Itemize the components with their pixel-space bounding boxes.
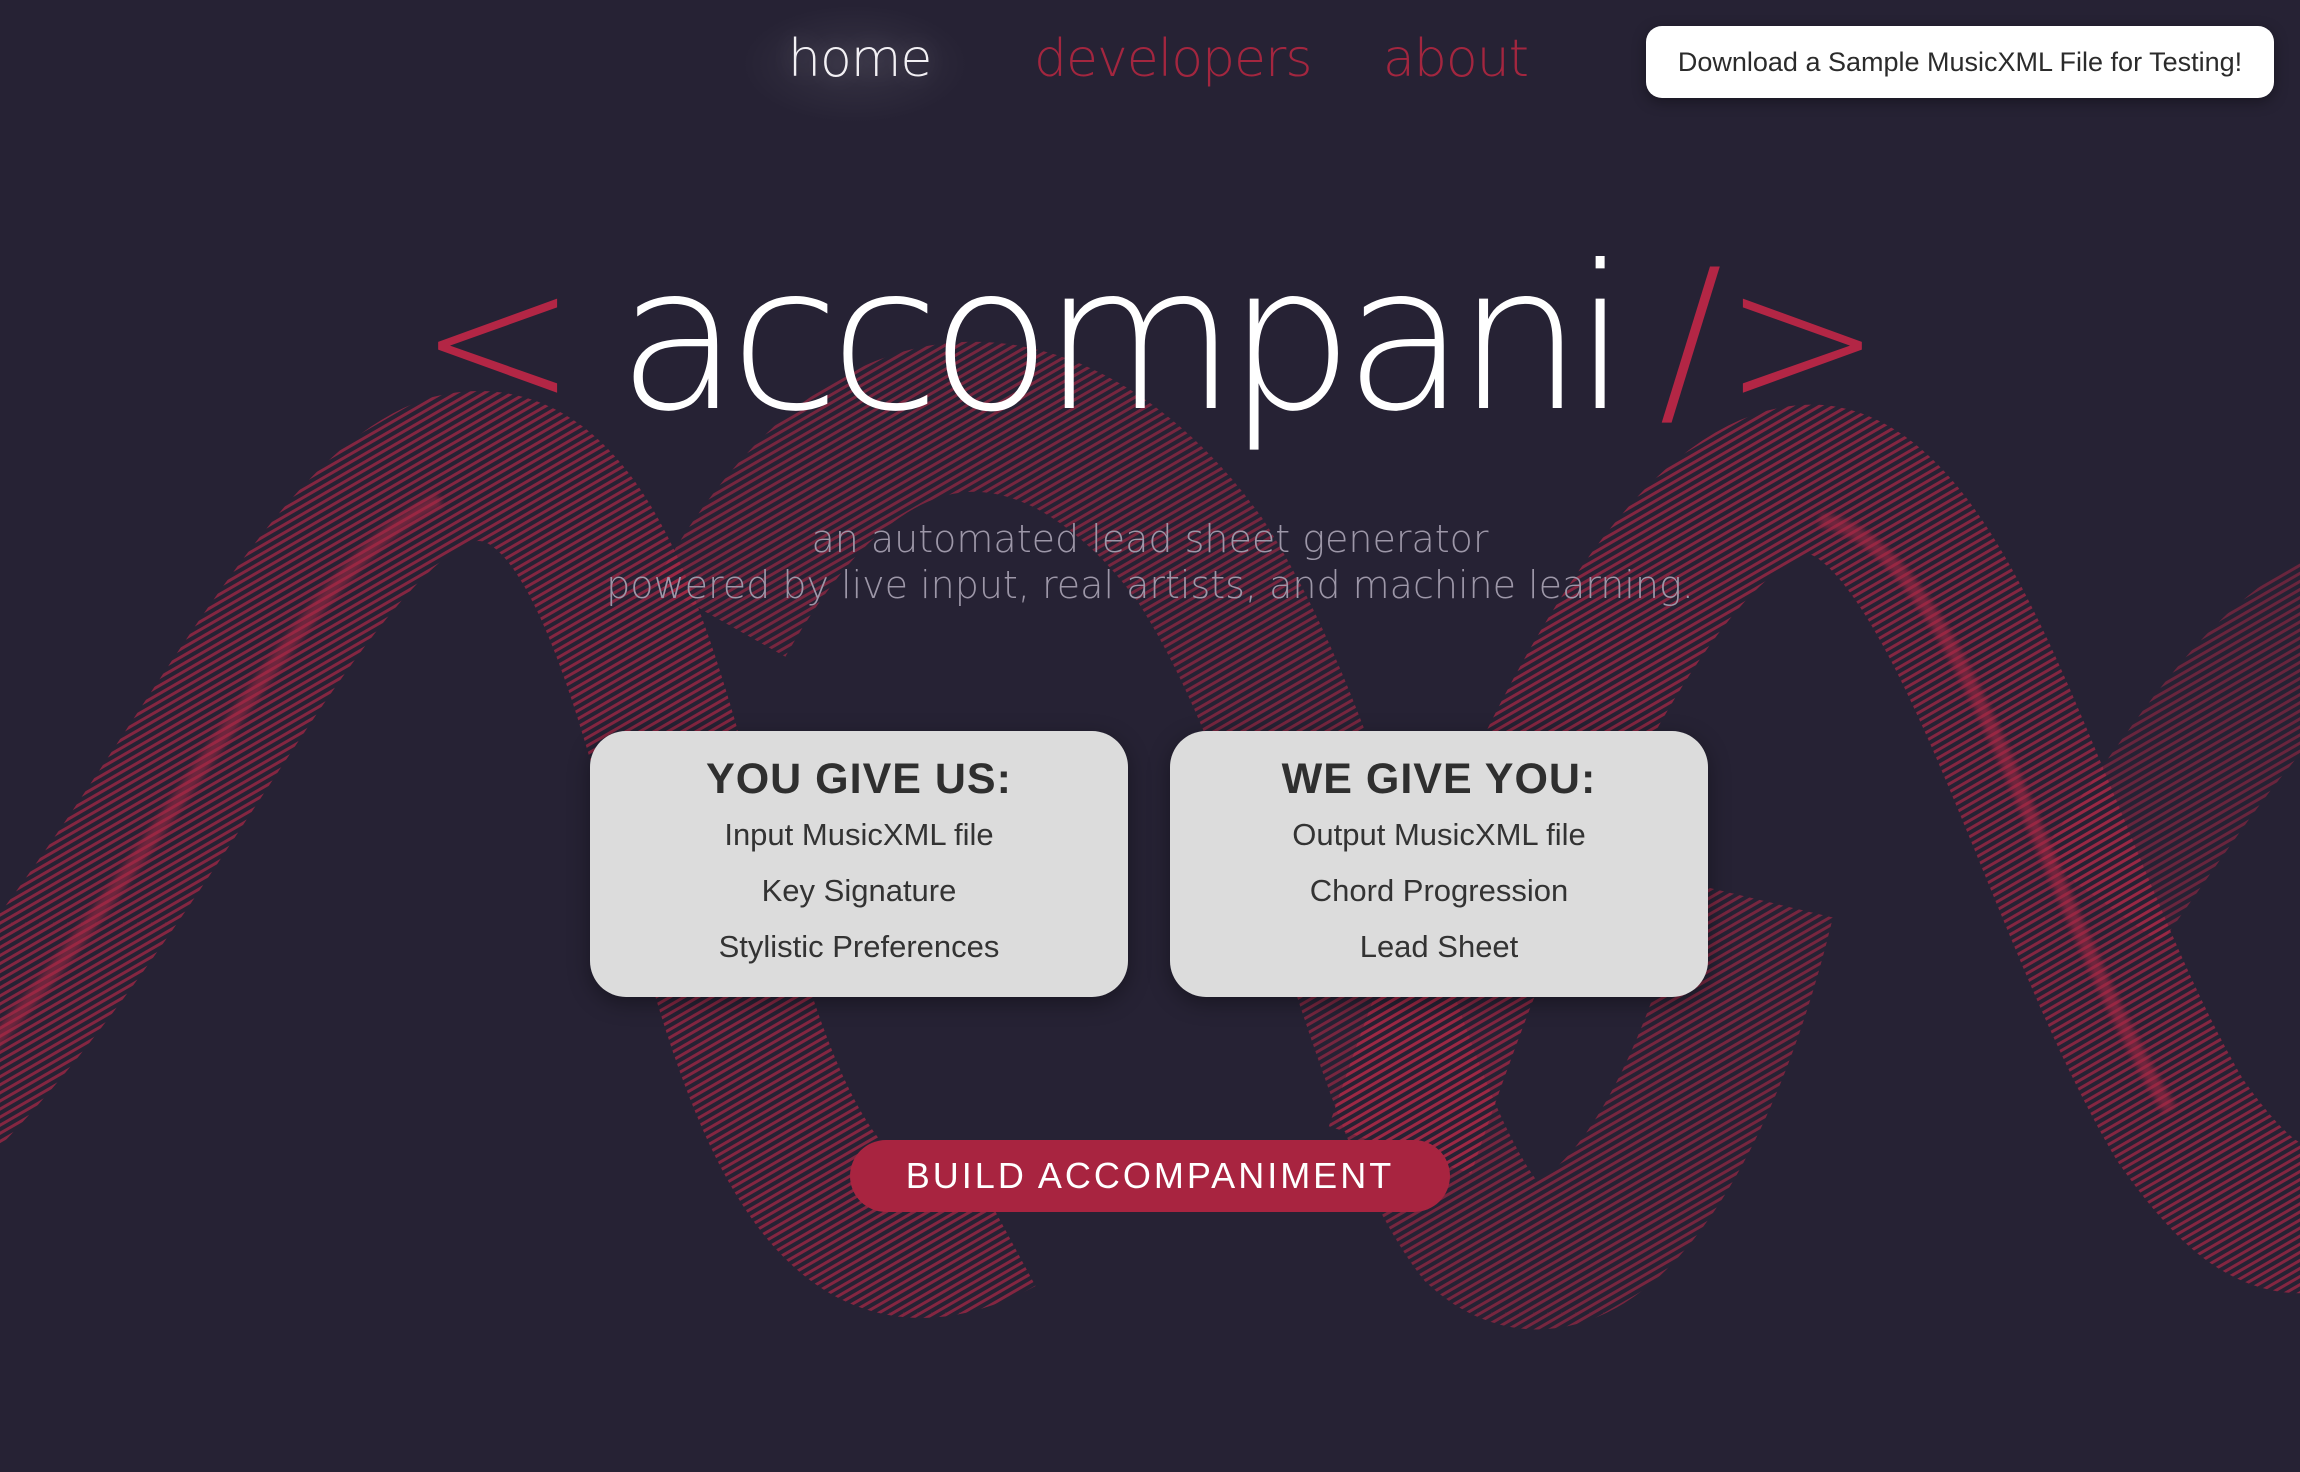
you-give-us-card: YOU GIVE US: Input MusicXML file Key Sig… bbox=[590, 731, 1128, 997]
nav-home-link[interactable]: home bbox=[788, 14, 932, 104]
nav-developers-link[interactable]: developers bbox=[1034, 14, 1312, 104]
subtitle-line-1: an automated lead sheet generator bbox=[811, 517, 1489, 561]
card-title: YOU GIVE US: bbox=[706, 755, 1012, 803]
card-title: WE GIVE YOU: bbox=[1281, 755, 1597, 803]
subtitle-line-2: powered by live input, real artists, and… bbox=[606, 563, 1694, 607]
logo-title: accompani bbox=[617, 223, 1629, 456]
logo: < accompani/> bbox=[0, 240, 2300, 440]
we-give-you-card: WE GIVE YOU: Output MusicXML file Chord … bbox=[1170, 731, 1708, 997]
nav-about-link[interactable]: about bbox=[1383, 14, 1529, 104]
download-sample-button[interactable]: Download a Sample MusicXML File for Test… bbox=[1646, 26, 2274, 98]
page: home developers about Download a Sample … bbox=[0, 0, 2300, 1472]
card-item: Key Signature bbox=[761, 873, 957, 908]
logo-open-bracket: < bbox=[418, 229, 578, 450]
card-item: Input MusicXML file bbox=[724, 817, 994, 852]
logo-close-bracket: /> bbox=[1658, 229, 1882, 450]
card-item: Chord Progression bbox=[1309, 873, 1569, 908]
hero-subtitle: an automated lead sheet generator powere… bbox=[0, 516, 2300, 608]
card-item: Lead Sheet bbox=[1359, 929, 1519, 964]
card-item: Stylistic Preferences bbox=[718, 929, 1000, 964]
build-accompaniment-button[interactable]: BUILD ACCOMPANIMENT bbox=[850, 1140, 1450, 1212]
wave-background bbox=[0, 341, 2300, 1330]
card-item: Output MusicXML file bbox=[1292, 817, 1586, 852]
